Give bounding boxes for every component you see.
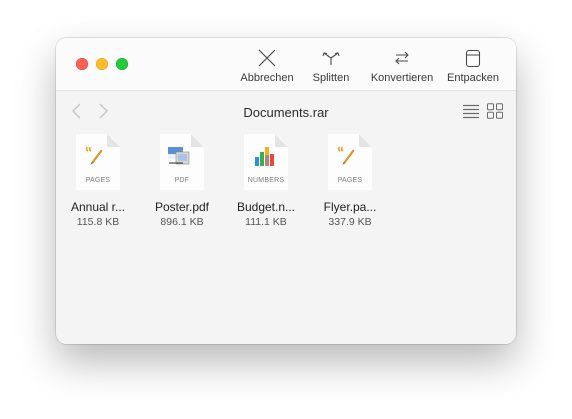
pages-document-icon: PAGES bbox=[76, 134, 120, 190]
chevron-left-icon bbox=[72, 103, 81, 119]
file-name: Annual r... bbox=[70, 200, 126, 214]
file-name: Flyer.pa... bbox=[323, 200, 377, 214]
pdf-document-icon: PDF bbox=[160, 134, 204, 190]
grid-view-button[interactable] bbox=[486, 103, 504, 124]
convert-button-label: Konvertieren bbox=[370, 72, 434, 84]
x-icon bbox=[258, 49, 276, 67]
file-size: 115.8 KB bbox=[76, 216, 120, 228]
back-button[interactable] bbox=[70, 102, 84, 125]
unpack-box-icon bbox=[465, 49, 481, 68]
cancel-button-label: Abbrechen bbox=[240, 72, 294, 84]
file-kind-label: PDF bbox=[174, 177, 190, 184]
grid-view-icon bbox=[487, 103, 503, 119]
split-button-label: Splitten bbox=[312, 72, 350, 84]
file-kind-label: PAGES bbox=[337, 177, 363, 184]
file-item[interactable]: PDF Poster.pdf 896.1 KB bbox=[142, 134, 222, 228]
file-item[interactable]: PAGES Flyer.pa... 337.9 KB bbox=[310, 134, 390, 228]
file-kind-label: PAGES bbox=[85, 177, 111, 184]
zoom-window-button[interactable] bbox=[116, 58, 128, 70]
split-button[interactable]: Splitten bbox=[306, 47, 356, 89]
file-size: 111.1 KB bbox=[245, 216, 287, 228]
unpack-button[interactable]: Entpacken bbox=[442, 47, 504, 89]
split-arrows-icon bbox=[322, 52, 340, 65]
toolbar: Abbrechen Splitten Konvertieren Entpacke… bbox=[56, 38, 516, 91]
convert-button[interactable]: Konvertieren bbox=[362, 47, 442, 89]
file-size: 896.1 KB bbox=[160, 216, 204, 228]
file-name: Poster.pdf bbox=[154, 200, 210, 214]
minimize-window-button[interactable] bbox=[96, 58, 108, 70]
file-size: 337.9 KB bbox=[328, 216, 372, 228]
unpack-button-label: Entpacken bbox=[447, 72, 499, 84]
pages-document-icon: PAGES bbox=[328, 134, 372, 190]
forward-button[interactable] bbox=[96, 102, 110, 125]
list-view-button[interactable] bbox=[462, 103, 480, 124]
file-name: Budget.n... bbox=[236, 200, 296, 214]
file-item[interactable]: PAGES Annual r... 115.8 KB bbox=[58, 134, 138, 228]
numbers-document-icon: NUMBERS bbox=[244, 134, 288, 190]
archive-window: Abbrechen Splitten Konvertieren Entpacke… bbox=[56, 38, 516, 344]
cancel-button[interactable]: Abbrechen bbox=[236, 47, 298, 89]
close-window-button[interactable] bbox=[76, 58, 88, 70]
convert-arrows-icon bbox=[395, 51, 409, 65]
file-item[interactable]: NUMBERS Budget.n... 111.1 KB bbox=[226, 134, 306, 228]
chevron-right-icon bbox=[99, 103, 108, 119]
archive-title: Documents.rar bbox=[243, 105, 329, 120]
file-kind-label: NUMBERS bbox=[247, 177, 285, 184]
list-view-icon bbox=[463, 104, 479, 119]
